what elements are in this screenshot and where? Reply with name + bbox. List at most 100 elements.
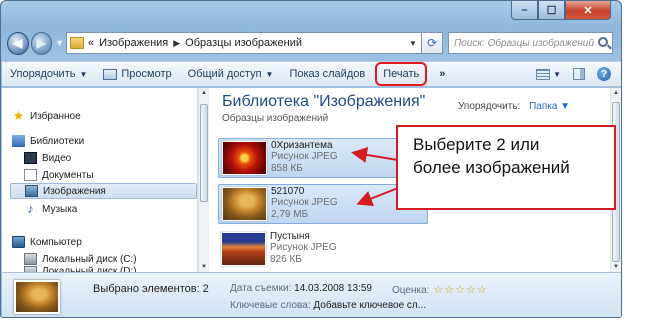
file-type: Рисунок JPEG	[270, 242, 337, 253]
rating-stars-icon[interactable]: ☆☆☆☆☆	[433, 284, 487, 296]
selected-count: Выбрано элементов: 2	[93, 283, 209, 295]
file-name: Пустыня	[270, 231, 310, 242]
arrange-value: Папка	[529, 101, 558, 112]
organize-button[interactable]: Упорядочить ▼	[2, 62, 95, 86]
callout-line-2: более изображений	[413, 158, 570, 177]
address-bar[interactable]: « Изображения ▶ Образцы изображений ▼	[65, 32, 423, 54]
file-size: 826 КБ	[270, 254, 302, 265]
minimize-button[interactable]: –	[511, 1, 538, 20]
sidebar-label: Документы	[42, 169, 94, 181]
scrollbar-thumb[interactable]	[200, 104, 208, 202]
star-icon: ★	[12, 108, 25, 123]
library-subtitle: Образцы изображений	[222, 113, 329, 124]
more-commands-button[interactable]: »	[431, 62, 453, 86]
sidebar-label: Компьютер	[30, 236, 82, 248]
back-arrow-icon: ◀	[13, 36, 23, 50]
command-bar: Упорядочить ▼ Просмотр Общий доступ ▼ Пока…	[2, 61, 621, 87]
file-size: 858 КБ	[271, 163, 303, 174]
search-icon[interactable]	[598, 37, 609, 47]
sidebar-item-music[interactable]: ♪ Музыка	[24, 201, 194, 217]
sidebar-item-computer[interactable]: Компьютер	[12, 234, 192, 250]
scroll-down-icon[interactable]: ▼	[611, 264, 621, 270]
chevron-down-icon: ▼	[79, 69, 88, 79]
back-button[interactable]: ◀	[7, 31, 29, 55]
sidebar-item-local-disk-c[interactable]: Локальный диск (C:)	[24, 251, 194, 267]
preview-icon	[103, 68, 118, 80]
file-name: 0Хризантема	[271, 140, 333, 151]
image-thumbnail	[222, 187, 267, 221]
breadcrumb-images[interactable]: Изображения	[99, 37, 168, 49]
navigation-pane: ★ Избранное Библиотеки Видео Документы Из…	[2, 88, 198, 274]
help-icon[interactable]: ?	[597, 67, 611, 81]
organize-label: Упорядочить	[10, 68, 76, 80]
instruction-callout: Выберите 2 или более изображений	[396, 125, 616, 210]
folder-icon	[69, 37, 84, 49]
document-icon	[24, 169, 37, 181]
chevron-down-icon: ▼	[553, 69, 561, 79]
navigation-scrollbar[interactable]: ▲ ▼	[198, 88, 209, 272]
file-item-desert[interactable]: Пустыня Рисунок JPEG 826 КБ	[218, 230, 428, 270]
slideshow-button[interactable]: Показ слайдов	[281, 62, 373, 86]
print-button[interactable]: Печать	[375, 62, 428, 86]
images-icon	[25, 185, 38, 197]
breadcrumb-overflow[interactable]: «	[88, 37, 94, 49]
breadcrumb-separator-icon[interactable]: ▶	[173, 38, 180, 49]
sidebar-label: Изображения	[43, 185, 106, 197]
file-type: Рисунок JPEG	[271, 151, 338, 162]
breadcrumb-sample-pictures[interactable]: Образцы изображений	[185, 37, 302, 49]
sidebar-label: Музыка	[42, 203, 78, 215]
keywords-value[interactable]: Добавьте ключевое сл...	[313, 300, 426, 311]
change-view-button[interactable]: ▼	[536, 68, 561, 80]
maximize-button[interactable]: ☐	[538, 1, 565, 20]
sidebar-item-video[interactable]: Видео	[24, 150, 194, 166]
refresh-icon: ⟳	[427, 36, 438, 50]
recent-pages-dropdown[interactable]: ▼	[55, 38, 64, 48]
scroll-down-icon[interactable]: ▼	[199, 264, 209, 270]
forward-button[interactable]: ▶	[30, 31, 53, 55]
image-thumbnail	[221, 232, 266, 266]
file-name: 521070	[271, 186, 305, 197]
callout-line-1: Выберите 2 или	[413, 135, 540, 154]
date-value[interactable]: 14.03.2008 13:59	[294, 283, 372, 294]
refresh-button[interactable]: ⟳	[422, 32, 443, 54]
keywords-label: Ключевые слова:	[230, 300, 311, 311]
date-label: Дата съемки:	[230, 283, 292, 294]
music-icon: ♪	[27, 201, 34, 216]
close-button[interactable]: ✕	[565, 1, 611, 20]
sidebar-label: Видео	[42, 152, 72, 164]
drive-icon	[24, 253, 37, 265]
rating-label: Оценка:	[392, 285, 430, 296]
scroll-up-icon[interactable]: ▲	[611, 90, 621, 96]
rating: Оценка: ☆☆☆☆☆	[392, 283, 488, 296]
sidebar-label: Избранное	[30, 110, 81, 122]
image-thumbnail	[222, 141, 267, 175]
print-label: Печать	[383, 68, 420, 80]
sidebar-item-documents[interactable]: Документы	[24, 167, 194, 183]
forward-arrow-icon: ▶	[36, 36, 46, 50]
library-icon	[12, 135, 25, 147]
date-taken: Дата съемки: 14.03.2008 13:59	[230, 283, 372, 294]
address-dropdown-icon[interactable]: ▼	[404, 33, 421, 53]
preview-button[interactable]: Просмотр	[95, 62, 179, 86]
sidebar-item-libraries[interactable]: Библиотеки	[12, 133, 192, 149]
preview-label: Просмотр	[121, 68, 172, 80]
video-icon	[24, 152, 37, 164]
arrange-label: Упорядочить:	[458, 101, 521, 112]
scroll-up-icon[interactable]: ▲	[199, 90, 209, 96]
sidebar-item-favorites[interactable]: ★ Избранное	[12, 108, 192, 124]
file-type: Рисунок JPEG	[271, 197, 338, 208]
keywords: Ключевые слова: Добавьте ключевое сл...	[230, 300, 426, 311]
share-button[interactable]: Общий доступ ▼	[180, 62, 282, 86]
library-title: Библиотека "Изображения"	[222, 93, 426, 110]
arrange-dropdown[interactable]: Папка ▼	[529, 101, 570, 112]
preview-pane-icon[interactable]	[573, 68, 585, 80]
navigation-bar: ◀ ▶ ▼ « Изображения ▶ Образцы изображени…	[7, 31, 614, 55]
file-size: 2,79 МБ	[271, 209, 309, 220]
selection-thumbnail	[14, 280, 60, 314]
search-input[interactable]: Поиск: Образцы изображений	[447, 32, 614, 54]
share-label: Общий доступ	[187, 68, 262, 80]
sidebar-item-images[interactable]: Изображения	[10, 183, 197, 199]
sidebar-label: Локальный диск (C:)	[42, 253, 137, 265]
search-placeholder: Поиск: Образцы изображений	[453, 37, 594, 49]
caption-buttons: – ☐ ✕	[511, 1, 611, 20]
